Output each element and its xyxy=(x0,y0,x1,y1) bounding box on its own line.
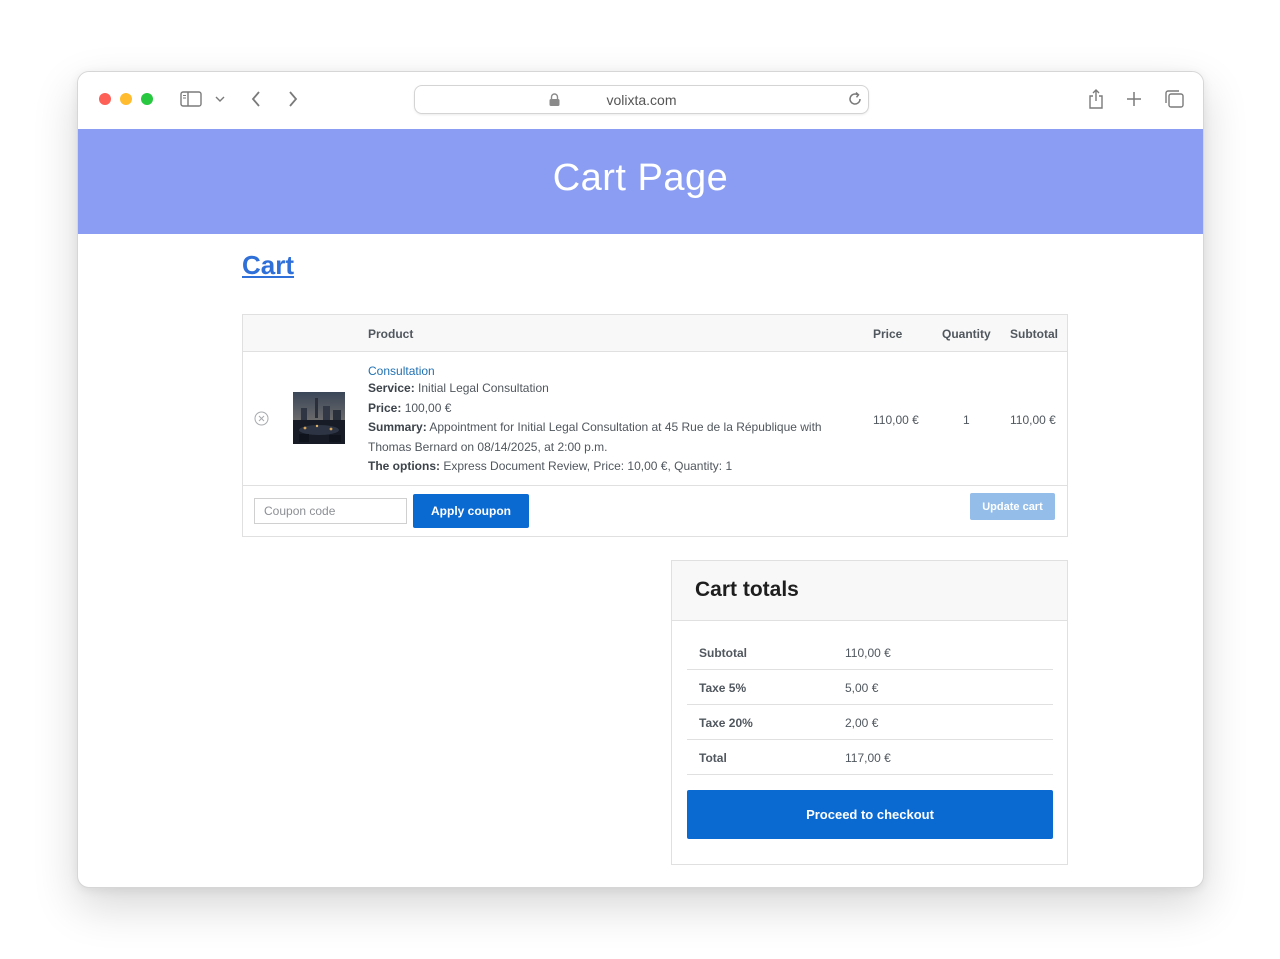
options-label: The options: xyxy=(368,459,440,473)
totals-value: 5,00 € xyxy=(845,681,879,695)
product-name-link[interactable]: Consultation xyxy=(368,364,435,378)
url-text: volixta.com xyxy=(606,92,677,108)
summary-label: Summary: xyxy=(368,420,427,434)
totals-row-tax-5: Taxe 5% 5,00 € xyxy=(687,670,1053,705)
browser-window: volixta.com Cart Page Cart Product Price… xyxy=(77,71,1204,888)
service-value: Initial Legal Consultation xyxy=(418,381,549,395)
close-window-button[interactable] xyxy=(99,93,111,105)
page-title: Cart Page xyxy=(552,157,729,199)
item-summary: Summary: Appointment for Initial Legal C… xyxy=(368,418,828,457)
totals-value: 2,00 € xyxy=(845,716,879,730)
reload-icon[interactable] xyxy=(846,90,864,113)
remove-item-icon[interactable] xyxy=(254,411,269,431)
sidebar-icon[interactable] xyxy=(179,87,203,111)
item-subtotal: 110,00 € xyxy=(1010,413,1056,427)
update-cart-button[interactable]: Update cart xyxy=(970,493,1055,520)
proceed-to-checkout-button[interactable]: Proceed to checkout xyxy=(687,790,1053,839)
item-options: The options: Express Document Review, Pr… xyxy=(368,457,828,477)
column-header-quantity: Quantity xyxy=(942,327,991,341)
totals-label: Taxe 5% xyxy=(699,681,747,695)
item-price-detail: Price: 100,00 € xyxy=(368,399,828,419)
totals-value: 117,00 € xyxy=(845,751,891,765)
back-arrow-icon[interactable] xyxy=(244,87,268,111)
chevron-down-icon[interactable] xyxy=(208,87,232,111)
column-header-subtotal: Subtotal xyxy=(1010,327,1058,341)
apply-coupon-button[interactable]: Apply coupon xyxy=(413,494,529,528)
cart-totals-header: Cart totals xyxy=(672,561,1067,621)
totals-row-tax-20: Taxe 20% 2,00 € xyxy=(687,705,1053,740)
totals-label: Total xyxy=(699,751,727,765)
totals-value: 110,00 € xyxy=(845,646,891,660)
price-label: Price: xyxy=(368,400,402,415)
cart-totals-panel: Cart totals Subtotal 110,00 € Taxe 5% 5,… xyxy=(671,560,1068,865)
summary-value: Appointment for Initial Legal Consultati… xyxy=(368,420,822,454)
table-row: Consultation Service: Initial Legal Cons… xyxy=(243,352,1067,486)
column-header-price: Price xyxy=(873,327,903,341)
column-header-product: Product xyxy=(368,327,414,341)
plus-icon[interactable] xyxy=(1122,87,1146,111)
price-value: 100,00 € xyxy=(404,400,452,415)
share-icon[interactable] xyxy=(1084,87,1108,111)
zoom-window-button[interactable] xyxy=(141,93,153,105)
cart-table: Product Price Quantity Subtotal Consulta… xyxy=(242,314,1068,537)
service-label: Service: xyxy=(368,381,415,395)
forward-arrow-icon[interactable] xyxy=(281,87,305,111)
item-service: Service: Initial Legal Consultation xyxy=(368,379,828,399)
item-quantity[interactable]: 1 xyxy=(963,413,970,427)
cart-table-header: Product Price Quantity Subtotal xyxy=(243,315,1067,352)
minimize-window-button[interactable] xyxy=(120,93,132,105)
product-thumbnail[interactable] xyxy=(293,392,345,444)
options-value: Express Document Review, Price: 10,00 €,… xyxy=(443,459,733,473)
totals-row-total: Total 117,00 € xyxy=(687,740,1053,775)
browser-toolbar: volixta.com xyxy=(78,72,1203,129)
totals-label: Subtotal xyxy=(699,646,747,660)
item-price: 110,00 € xyxy=(873,413,919,427)
coupon-code-input[interactable] xyxy=(254,498,407,524)
tabs-icon[interactable] xyxy=(1162,87,1186,111)
cart-heading-link[interactable]: Cart xyxy=(242,250,294,281)
page-banner: Cart Page xyxy=(78,129,1203,234)
cart-totals-title: Cart totals xyxy=(695,578,799,601)
address-bar[interactable]: volixta.com xyxy=(414,85,869,114)
totals-row-subtotal: Subtotal 110,00 € xyxy=(687,635,1053,670)
totals-label: Taxe 20% xyxy=(699,716,753,730)
